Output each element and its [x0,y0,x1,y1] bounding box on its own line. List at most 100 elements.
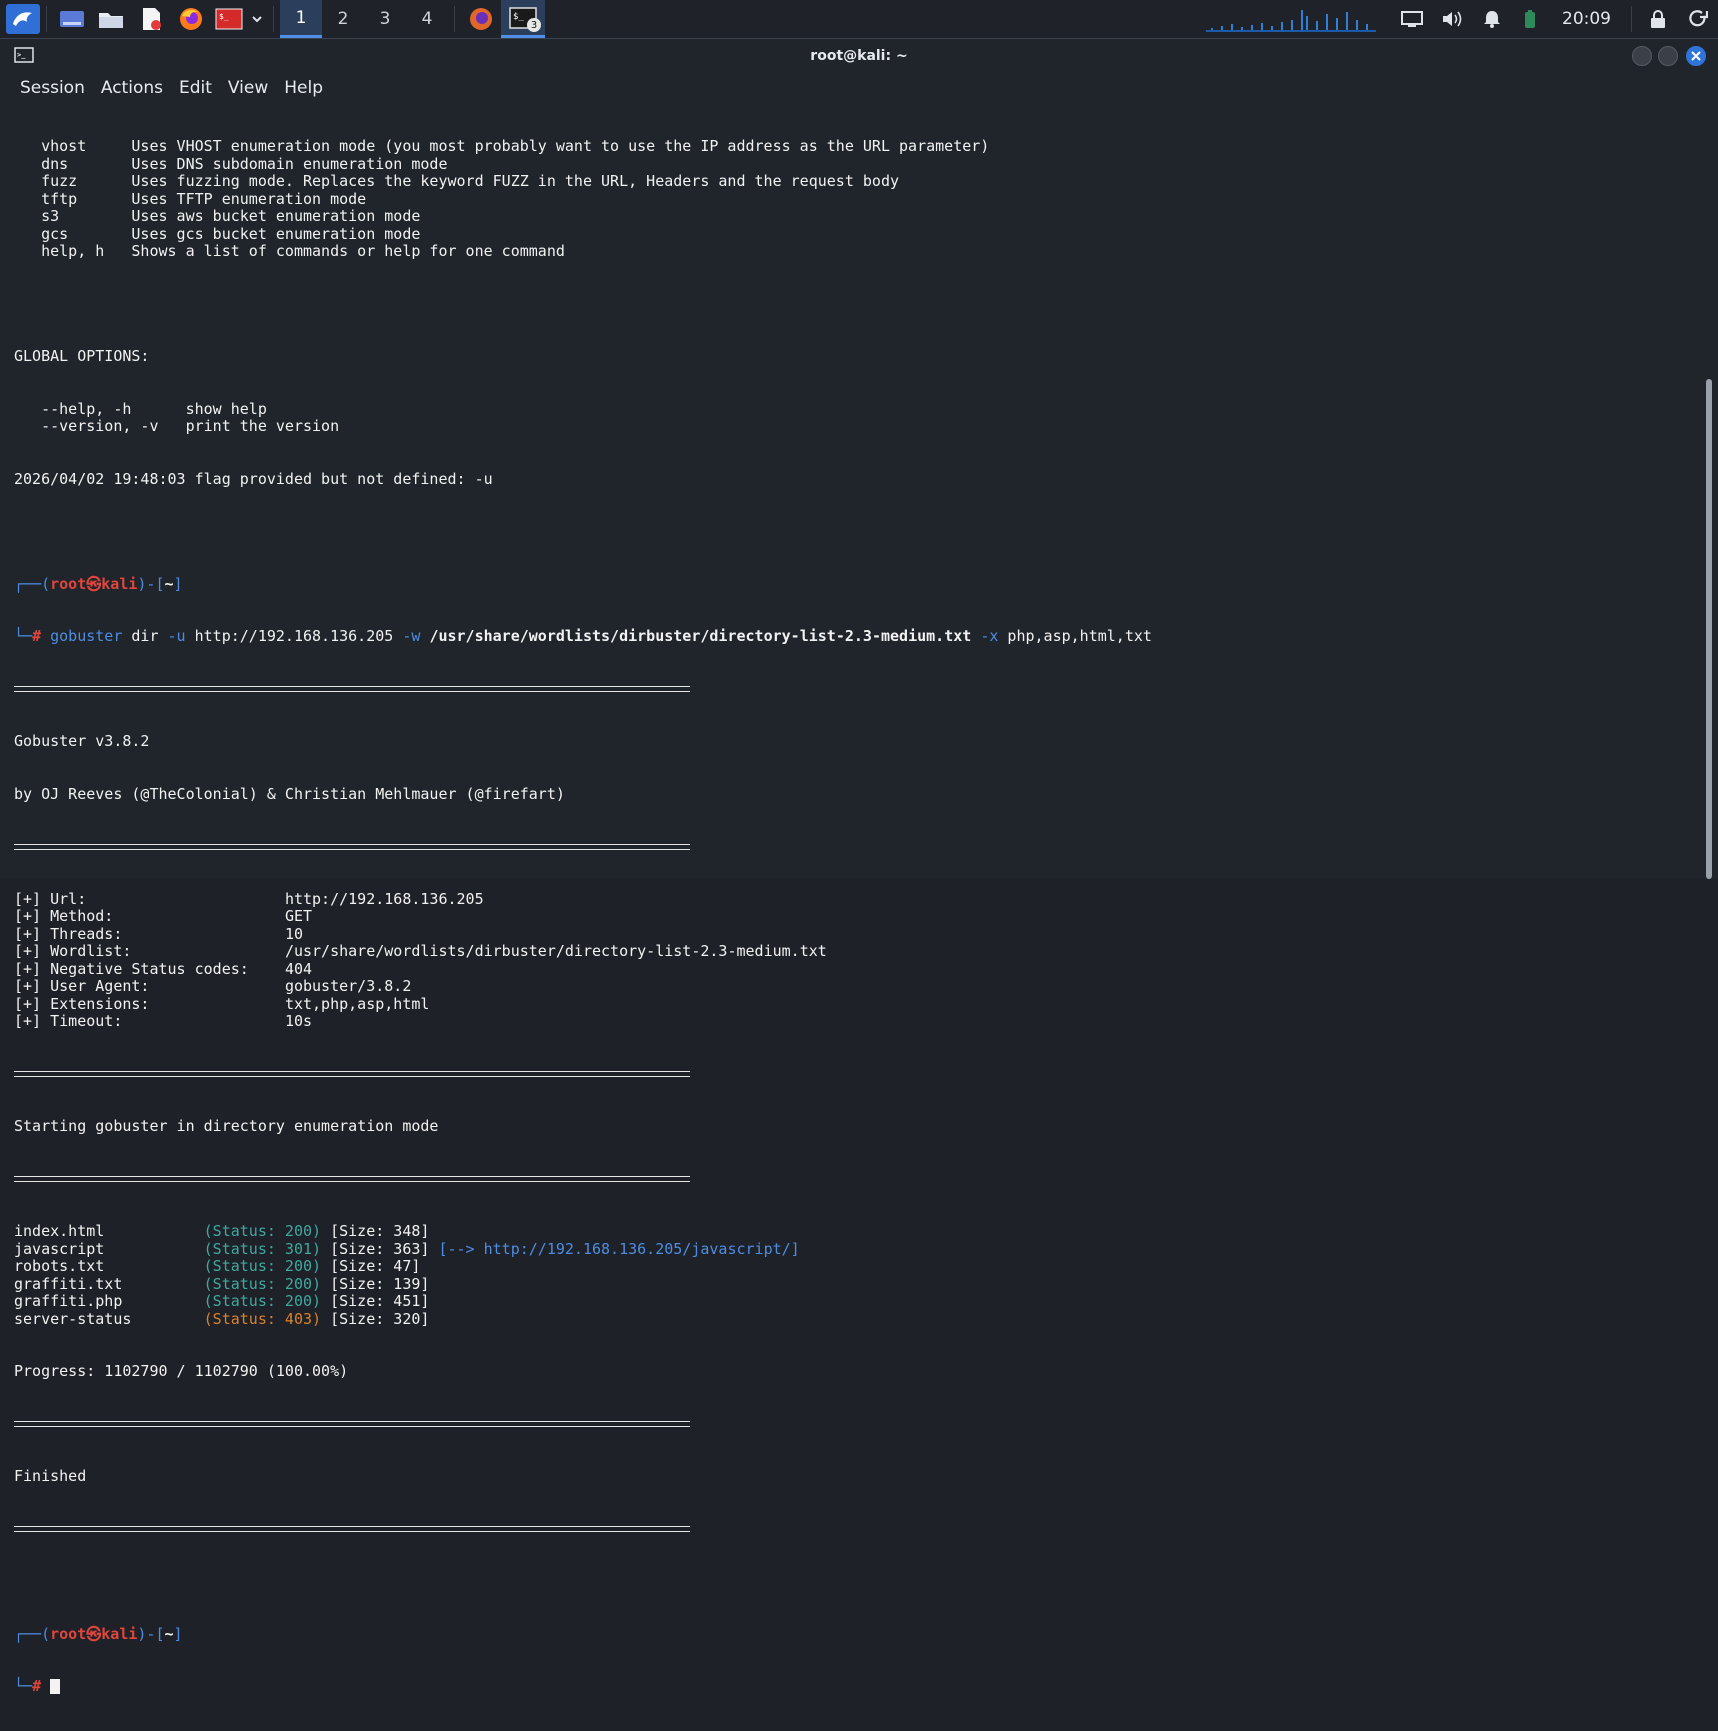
config-key: [+] Wordlist: [14,942,285,960]
logout-button[interactable] [1678,0,1718,38]
menu-help[interactable]: Help [284,78,323,98]
menu-actions[interactable]: Actions [101,78,163,98]
close-button[interactable] [1686,46,1706,66]
mode-desc: Shows a list of commands or help for one… [131,242,565,260]
config-key: [+] Negative Status codes: [14,959,285,978]
input-line[interactable]: └─# [14,1677,1694,1696]
text-editor-button[interactable] [131,0,171,38]
close-icon [1691,51,1701,61]
menu-edit[interactable]: Edit [179,78,212,98]
window-count-badge: 3 [527,18,541,32]
global-options-list: --help, -h show help --version, -v print… [14,399,1694,436]
result-status: (Status: 200) [203,1257,322,1275]
maximize-button[interactable] [1658,46,1678,66]
volume-button[interactable] [1432,0,1472,38]
config-key: [+] Timeout: [14,1012,285,1030]
result-row: javascript (Status: 301) [Size: 363] [--… [14,1239,1694,1259]
mode-cmd: tftp [14,189,132,208]
lock-icon [1651,10,1665,28]
mode-desc: Uses gcs bucket enumeration mode [131,224,421,243]
terminal-output[interactable]: vhost Uses VHOST enumeration mode (you m… [14,103,1694,1695]
finished-line: Finished [14,1467,87,1485]
system-tray: 20:09 [1206,0,1718,38]
command-line: └─# gobuster dir -u http://192.168.136.2… [14,627,1152,645]
result-status: (Status: 200) [203,1292,322,1310]
config-value: gobuster/3.8.2 [284,977,412,995]
scrollbar[interactable] [1706,379,1712,879]
separator [14,1521,1694,1539]
config-list: [+] Url: http://192.168.136.205 [+] Metho… [14,889,1694,1031]
separator [14,1416,1694,1434]
top-panel: $_ 1 2 3 4 $_ 3 20:09 [0,0,1718,38]
launcher-dropdown[interactable] [247,0,267,38]
mode-cmd: fuzz [14,172,132,190]
window-titlebar[interactable]: >_ root@kali: ~ [0,39,1718,73]
result-status: (Status: 403) [203,1309,322,1328]
svg-text:$_: $_ [219,12,229,21]
config-key: [+] User Agent: [14,977,285,995]
workspace-3[interactable]: 3 [364,0,406,38]
text-cursor [50,1679,61,1694]
menu-session[interactable]: Session [20,78,85,98]
banner-version: Gobuster v3.8.2 [14,732,150,750]
workspace-1[interactable]: 1 [280,0,322,38]
firefox-icon [180,8,202,30]
mode-line: vhost Uses VHOST enumeration mode (you m… [14,137,1694,156]
minimize-button[interactable] [1632,46,1652,66]
power-icon [1689,10,1708,27]
speaker-icon [1443,11,1462,27]
config-value: 404 [284,959,313,978]
file-manager-button[interactable] [91,0,131,38]
result-path: javascript [14,1239,204,1258]
display-settings-button[interactable] [1392,0,1432,38]
mode-cmd: gcs [14,224,132,243]
terminal-launcher-button[interactable]: $_ [211,0,247,38]
taskbar-terminal[interactable]: $_ 3 [501,0,545,38]
menu-bar: Session Actions Edit View Help [0,73,1718,103]
monitor-icon [1401,11,1423,27]
config-value: http://192.168.136.205 [284,889,484,908]
result-status: (Status: 301) [203,1239,322,1258]
results-list: index.html (Status: 200) [Size: 348] java… [14,1222,1694,1328]
config-line: [+] Negative Status codes: 404 [14,959,1694,979]
mode-cmd: s3 [14,207,132,225]
starting-line: Starting gobuster in directory enumerati… [14,1117,439,1135]
option-desc: show help [185,399,267,418]
option-flag: --help, -h [14,399,186,418]
result-size: [Size: 348] [321,1222,430,1240]
svg-text:>_: >_ [17,51,26,59]
result-path: graffiti.txt [14,1274,204,1293]
workspace-4[interactable]: 4 [406,0,448,38]
taskbar-firefox[interactable] [461,0,501,38]
mode-line: help, h Shows a list of commands or help… [14,242,1694,261]
mode-line: dns Uses DNS subdomain enumeration mode [14,155,1694,174]
show-desktop-button[interactable] [53,0,91,38]
separator [14,681,1694,699]
workspace-2[interactable]: 2 [322,0,364,38]
separator [14,1171,1694,1189]
panel-clock[interactable]: 20:09 [1562,9,1611,29]
menu-view[interactable]: View [228,78,268,98]
notifications-button[interactable] [1472,0,1512,38]
kali-menu-button[interactable] [6,4,40,34]
error-line: 2026/04/02 19:48:03 flag provided but no… [14,469,493,488]
desktop-icon [60,11,84,27]
panel-separator [273,6,274,32]
config-line: [+] User Agent: gobuster/3.8.2 [14,977,1694,996]
result-path: index.html [14,1222,204,1240]
result-size: [Size: 320] [321,1309,430,1328]
config-line: [+] Timeout: 10s [14,1012,1694,1031]
firefox-launcher-button[interactable] [171,0,211,38]
lock-screen-button[interactable] [1638,0,1678,38]
battery-status[interactable] [1512,0,1548,38]
config-line: [+] Url: http://192.168.136.205 [14,889,1694,909]
option-flag: --version, -v [14,417,186,435]
folder-icon [99,13,123,28]
svg-text:$_: $_ [513,12,524,22]
config-value: 10 [284,924,303,943]
result-row: index.html (Status: 200) [Size: 348] [14,1222,1694,1241]
bell-icon [1484,11,1500,28]
result-status: (Status: 200) [203,1222,322,1240]
option-desc: print the version [185,417,340,435]
result-size: [Size: 47] [321,1257,421,1275]
